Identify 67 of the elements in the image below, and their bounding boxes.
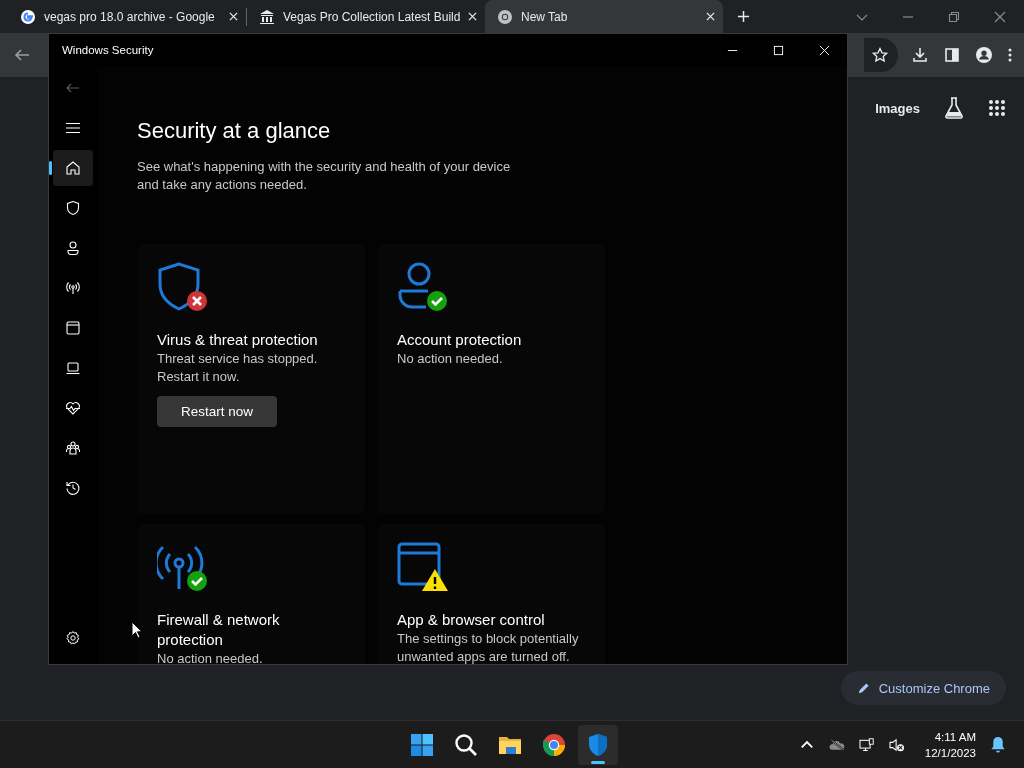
customize-chrome-button[interactable]: Customize Chrome [840, 671, 1006, 705]
pencil-icon [856, 681, 870, 695]
status-card[interactable]: App & browser control The settings to block potentially unwanted apps are turned off. [377, 524, 605, 664]
status-card[interactable]: Account protection No action needed. [377, 244, 605, 514]
browser-warning-icon [397, 541, 449, 593]
chrome-logo-icon [497, 8, 513, 25]
status-card[interactable]: Virus & threat protection Threat service has stopped. Restart it now. Restart now [137, 244, 365, 514]
shield-icon [65, 200, 81, 216]
download-icon[interactable] [912, 47, 928, 63]
apps-grid-icon[interactable] [988, 99, 1006, 117]
new-tab-icon[interactable] [737, 10, 750, 23]
clock[interactable]: 4:11 AM 12/1/2023 [924, 728, 976, 761]
window-title: Windows Security [62, 44, 154, 56]
maximize-icon[interactable] [773, 44, 784, 56]
museum-icon [259, 8, 275, 25]
card-description: Threat service has stopped. Restart it now. [157, 350, 319, 386]
address-bar[interactable] [864, 38, 898, 72]
images-link[interactable]: Images [875, 100, 920, 116]
browser-tab[interactable]: vegas pro 18.0 archive - Google [8, 0, 246, 33]
heart-pulse-icon [65, 400, 81, 416]
settings-icon[interactable] [65, 630, 81, 646]
chrome-logo-icon [542, 732, 566, 757]
browser-tab[interactable]: Vegas Pro Collection Latest Build [247, 0, 485, 33]
page-description: See what's happening with the security and health of your device and take any actions needed. [137, 158, 512, 194]
clock-time: 4:11 AM [934, 729, 976, 745]
browser-window-icon [65, 320, 81, 336]
clock-date: 12/1/2023 [924, 745, 976, 761]
browser-tab[interactable]: New Tab [485, 0, 723, 33]
person-icon [65, 240, 81, 256]
card-description: No action needed. [397, 350, 503, 368]
menu-icon[interactable] [65, 120, 81, 136]
google-logo-icon [20, 8, 36, 25]
person-check-icon [397, 261, 449, 313]
card-title: Virus & threat protection [157, 330, 318, 350]
card-description: No action needed. [157, 650, 263, 664]
bell-icon[interactable] [990, 736, 1006, 753]
tab-title: vegas pro 18.0 archive - Google [44, 9, 216, 24]
profile-icon[interactable] [976, 47, 992, 63]
laptop-icon [65, 360, 81, 376]
more-menu-icon[interactable] [1008, 47, 1012, 63]
home-icon [65, 160, 81, 176]
status-card[interactable]: Firewall & network protection No action needed. [137, 524, 365, 664]
search-icon [454, 732, 478, 757]
restore-icon[interactable] [948, 10, 960, 23]
windows-logo-icon [410, 732, 434, 757]
card-description: The settings to block potentially unwanted apps are turned off. [397, 630, 580, 664]
tab-title: New Tab [521, 9, 569, 24]
tab-title: Vegas Pro Collection Latest Build [283, 9, 460, 24]
mouse-pointer-icon [131, 621, 143, 639]
speaker-muted-icon[interactable] [888, 737, 905, 752]
cloud-off-icon[interactable] [828, 737, 845, 752]
history-icon [65, 480, 81, 496]
flask-icon[interactable] [944, 97, 964, 119]
shield-icon [586, 732, 610, 757]
shield-error-icon [157, 261, 209, 313]
page-heading: Security at a glance [137, 117, 332, 145]
side-panel-icon[interactable] [944, 47, 960, 63]
restart-now-button[interactable]: Restart now [157, 396, 277, 427]
network-icon[interactable] [858, 737, 875, 752]
card-title: App & browser control [397, 610, 545, 630]
card-title: Account protection [397, 330, 522, 350]
family-icon [65, 440, 81, 456]
star-icon[interactable] [872, 47, 888, 63]
back-arrow-icon[interactable] [14, 47, 30, 63]
taskbar-button[interactable] [578, 724, 618, 765]
antenna-icon [65, 280, 81, 296]
card-title: Firewall & network protection [157, 610, 281, 650]
